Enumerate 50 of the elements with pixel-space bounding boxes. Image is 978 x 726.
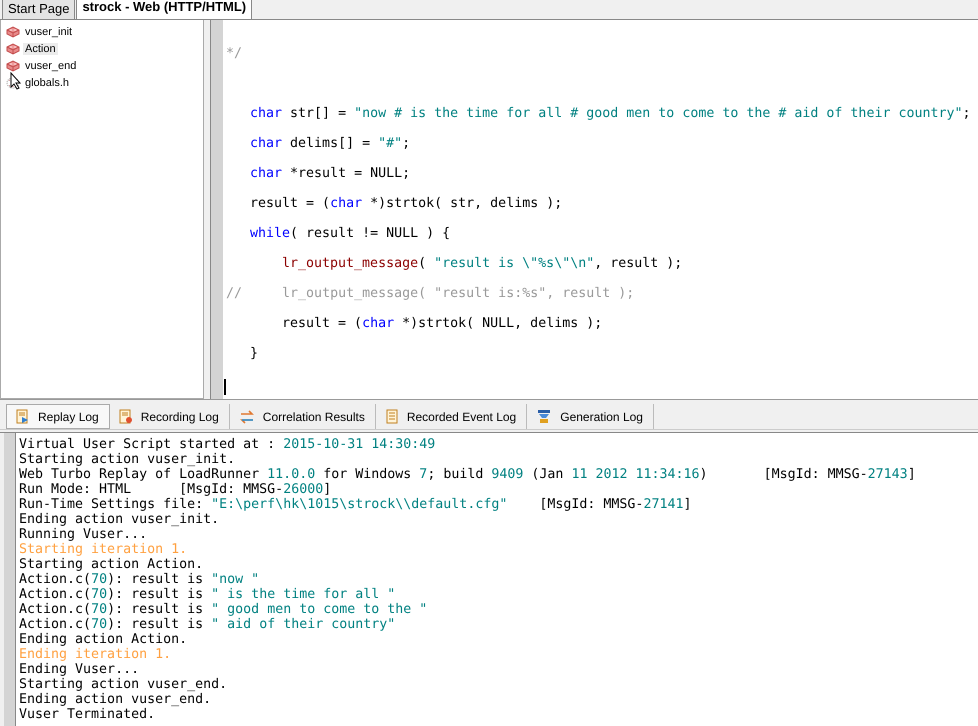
tree-item[interactable]: vuser_end [23, 60, 78, 72]
code-line: while( result != NULL ) { [250, 225, 450, 243]
code-line: result = (char *)strtok( NULL, delims ); [282, 315, 602, 333]
log-line: Ending action vuser_init. [19, 512, 220, 527]
log-line: Ending Vuser... [19, 662, 140, 677]
tree-item[interactable]: vuser_init [23, 26, 74, 38]
code-line: char delims[] = "#"; [250, 135, 410, 153]
log-line: Ending action vuser_end. [19, 692, 212, 707]
document-record-icon [118, 409, 133, 424]
code-line: // lr_output_message( "result is:%s", result ); [226, 285, 634, 303]
log-tab[interactable]: Correlation Results [230, 404, 376, 429]
text-cursor [224, 379, 226, 395]
log-line: Web Turbo Replay of LoadRunner 11.0.0 for Windows 7; build 9409 (Jan 11 2012 11:34:16) [MsgId: MMSG-27143] [19, 467, 916, 482]
log-line: Vuser Terminated. [19, 707, 156, 722]
log-line: Running Vuser... [19, 527, 148, 542]
document-play-icon [16, 409, 30, 424]
log-line: Run-Time Settings file: "E:\perf\hk\1015\strock\\default.cfg" [MsgId: MMSG-27141] [19, 497, 692, 512]
log-line: Action.c(70): result is " good men to come to the " [19, 602, 428, 617]
log-tab[interactable]: Recorded Event Log [376, 404, 528, 429]
funnel-icon [536, 409, 552, 424]
code-line: char str[] = "now # is the time for all # good men to come to the # aid of their country"; [250, 105, 971, 123]
brick-icon [6, 60, 20, 72]
mouse-pointer-icon [10, 72, 22, 90]
log-line: Action.c(70): result is " aid of their country" [19, 617, 396, 632]
log-line: Virtual User Script started at : 2015-10-31 14:30:49 [19, 437, 436, 452]
code-line: result = (char *)strtok( str, delims ); [250, 195, 562, 213]
code-line: */ [226, 45, 242, 63]
code-line: } [250, 345, 258, 363]
log-line: Starting iteration 1. [19, 542, 188, 557]
log-line: Action.c(70): result is " is the time for all " [19, 587, 396, 602]
document-tab[interactable]: Start Page [2, 0, 76, 19]
swap-arrows-icon [238, 410, 255, 424]
log-line: Action.c(70): result is "now " [19, 572, 260, 587]
log-line: Ending iteration 1. [19, 647, 172, 662]
code-line: char *result = NULL; [250, 165, 410, 183]
log-line: Starting action vuser_end. [19, 677, 228, 692]
tree-item[interactable]: globals.h [23, 76, 72, 88]
log-tab[interactable]: Generation Log [527, 404, 654, 429]
log-line: Ending action Action. [19, 632, 188, 647]
brick-icon [6, 26, 20, 38]
tree-item[interactable]: Action [23, 42, 58, 54]
document-list-icon [384, 409, 399, 424]
log-tab[interactable]: Replay Log [6, 404, 110, 429]
code-line: lr_output_message( "result is \"%s\"\n", result ); [282, 255, 682, 273]
log-line: Starting action Action. [19, 557, 204, 572]
brick-icon [6, 42, 20, 54]
log-line: Run Mode: HTML [MsgId: MMSG-26000] [19, 482, 332, 497]
document-tab[interactable]: strock - Web (HTTP/HTML) [76, 0, 252, 19]
log-tab[interactable]: Recording Log [110, 404, 230, 429]
log-line: Starting action vuser_init. [19, 452, 236, 467]
